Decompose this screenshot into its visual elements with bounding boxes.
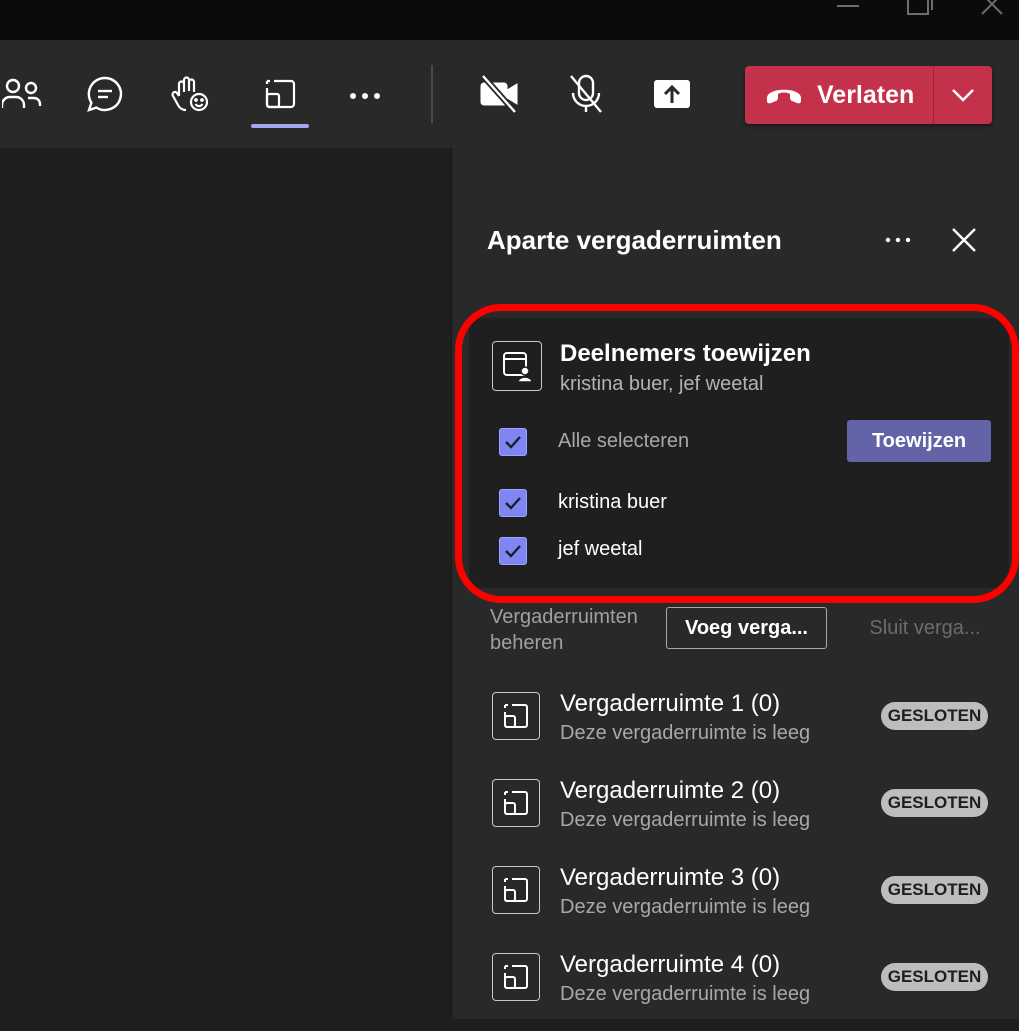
- room-list-item[interactable]: Vergaderruimte 1 (0) Deze vergaderruimte…: [470, 690, 1010, 770]
- room-description: Deze vergaderruimte is leeg: [560, 983, 811, 1005]
- room-description: Deze vergaderruimte is leeg: [560, 722, 811, 744]
- room-description: Deze vergaderruimte is leeg: [560, 896, 811, 918]
- manage-rooms-label: Vergaderruimten beheren: [490, 606, 638, 654]
- room-status-badge: GESLOTEN: [881, 702, 988, 730]
- hang-up-icon: [767, 89, 801, 104]
- breakout-room-icon: [492, 692, 540, 740]
- room-description: Deze vergaderruimte is leeg: [560, 809, 811, 831]
- minimize-icon[interactable]: [835, 0, 861, 16]
- room-name: Vergaderruimte 1 (0): [560, 690, 781, 717]
- chat-icon[interactable]: [83, 72, 127, 116]
- chevron-down-icon: [952, 89, 974, 102]
- breakout-room-icon: [492, 953, 540, 1001]
- participant-name: kristina buer: [558, 491, 667, 513]
- leave-label: Verlaten: [817, 80, 915, 109]
- room-list-item[interactable]: Vergaderruimte 3 (0) Deze vergaderruimte…: [470, 864, 1010, 944]
- active-tab-indicator: [251, 124, 309, 128]
- room-name: Vergaderruimte 2 (0): [560, 777, 781, 804]
- close-rooms-button[interactable]: Sluit verga...: [850, 607, 1000, 649]
- participant-checkbox[interactable]: [499, 489, 527, 517]
- select-all-checkbox[interactable]: [499, 428, 527, 456]
- room-status-badge: GESLOTEN: [881, 963, 988, 991]
- select-all-label: Alle selecteren: [558, 430, 690, 452]
- participant-checkbox[interactable]: [499, 537, 527, 565]
- close-window-icon[interactable]: [978, 0, 1008, 16]
- meeting-stage: [0, 148, 451, 1019]
- share-icon[interactable]: [650, 72, 694, 116]
- breakout-room-icon: [492, 866, 540, 914]
- more-icon[interactable]: [343, 72, 387, 116]
- assign-button[interactable]: Toewijzen: [847, 420, 991, 462]
- raise-hand-icon[interactable]: [169, 72, 213, 116]
- room-name: Vergaderruimte 4 (0): [560, 951, 781, 978]
- assign-participants-icon: [492, 341, 542, 391]
- leave-button[interactable]: Verlaten: [745, 66, 933, 124]
- panel-more-icon[interactable]: [878, 222, 918, 258]
- room-status-badge: GESLOTEN: [881, 876, 988, 904]
- toolbar-divider: [431, 65, 433, 123]
- room-name: Vergaderruimte 3 (0): [560, 864, 781, 891]
- leave-button-group: Verlaten: [745, 66, 992, 124]
- title-bar: [0, 0, 1019, 40]
- room-list-item[interactable]: Vergaderruimte 4 (0) Deze vergaderruimte…: [470, 951, 1010, 1031]
- breakout-room-icon: [492, 779, 540, 827]
- breakout-rooms-icon[interactable]: [258, 72, 302, 116]
- leave-options-button[interactable]: [934, 66, 992, 124]
- add-room-button[interactable]: Voeg verga...: [666, 607, 827, 649]
- people-icon[interactable]: [0, 72, 44, 116]
- assign-subtitle: kristina buer, jef weetal: [560, 373, 764, 395]
- restore-icon[interactable]: [905, 0, 935, 16]
- mic-off-icon[interactable]: [564, 72, 608, 116]
- participant-name: jef weetal: [558, 538, 643, 560]
- close-panel-icon[interactable]: [946, 222, 982, 258]
- room-list-item[interactable]: Vergaderruimte 2 (0) Deze vergaderruimte…: [470, 777, 1010, 857]
- panel-title: Aparte vergaderruimten: [487, 225, 782, 255]
- assign-title: Deelnemers toewijzen: [560, 340, 811, 367]
- room-status-badge: GESLOTEN: [881, 789, 988, 817]
- camera-off-icon[interactable]: [477, 72, 521, 116]
